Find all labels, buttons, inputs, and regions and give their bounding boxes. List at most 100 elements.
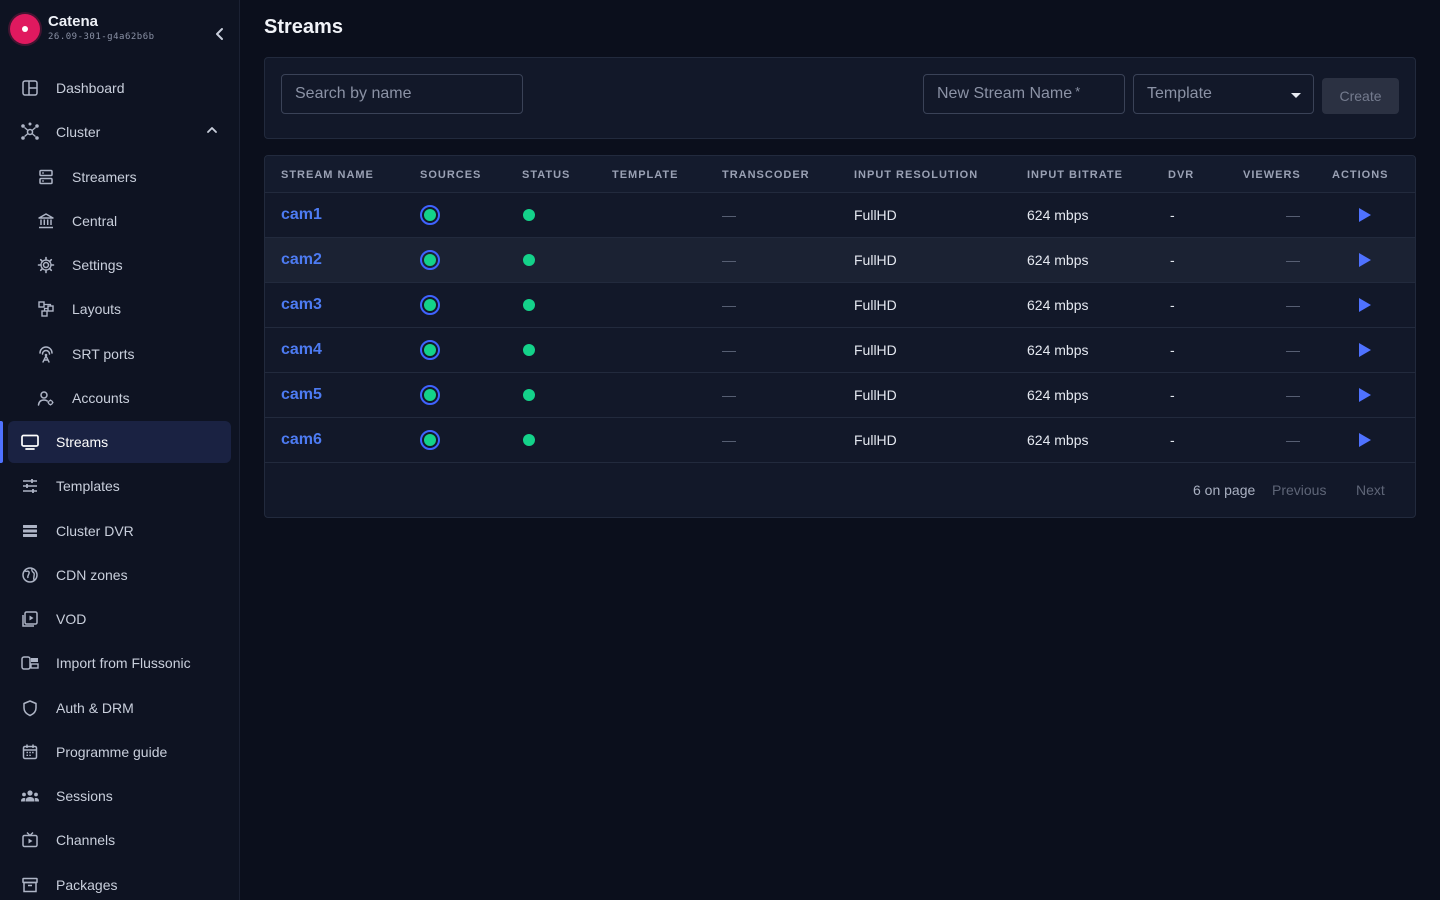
stream-name-link[interactable]: cam1: [281, 206, 322, 224]
input-resolution-value: FullHD: [854, 252, 897, 268]
sidebar-item-label: Settings: [72, 257, 123, 273]
sidebar-item-vod[interactable]: VOD: [8, 598, 231, 640]
dvr-value: -: [1170, 297, 1175, 313]
input-bitrate-value: 624 mbps: [1027, 387, 1089, 403]
input-resolution-value: FullHD: [854, 207, 897, 223]
dvr-value: -: [1170, 387, 1175, 403]
column-header-input-bitrate[interactable]: INPUT BITRATE: [1027, 169, 1123, 181]
users-icon: [18, 784, 42, 808]
template-select-value: Template: [1147, 85, 1212, 102]
dvr-value: -: [1170, 342, 1175, 358]
sidebar-item-label: Accounts: [72, 390, 130, 406]
status-online-icon: [523, 299, 535, 311]
column-header-template[interactable]: TEMPLATE: [612, 169, 678, 181]
sidebar-item-import-from-flussonic[interactable]: Import from Flussonic: [8, 642, 231, 684]
sidebar-item-label: Streams: [56, 434, 109, 450]
dvr-icon: [18, 519, 42, 543]
input-resolution-value: FullHD: [854, 387, 897, 403]
sidebar-item-label: CDN zones: [56, 567, 128, 583]
stream-name-link[interactable]: cam3: [281, 296, 322, 314]
stream-name-link[interactable]: cam6: [281, 431, 322, 449]
sidebar-item-cluster-dvr[interactable]: Cluster DVR: [8, 510, 231, 552]
sidebar-item-programme-guide[interactable]: Programme guide: [8, 731, 231, 773]
sidebar-item-layouts[interactable]: Layouts: [8, 288, 231, 330]
sidebar-item-cdn-zones[interactable]: CDN zones: [8, 554, 231, 596]
play-icon[interactable]: [1358, 432, 1372, 448]
sidebar-item-srt-ports[interactable]: SRT ports: [8, 333, 231, 375]
status-online-icon: [523, 254, 535, 266]
sidebar-item-central[interactable]: Central: [8, 200, 231, 242]
stream-name-link[interactable]: cam4: [281, 341, 322, 359]
table-row[interactable]: cam4 — FullHD 624 mbps - —: [265, 328, 1415, 373]
sidebar-item-dashboard[interactable]: Dashboard: [8, 67, 231, 109]
viewers-value: —: [1286, 297, 1300, 313]
sidebar-item-label: Import from Flussonic: [56, 655, 191, 671]
sidebar-item-cluster[interactable]: Cluster: [8, 111, 231, 153]
sidebar-item-sessions[interactable]: Sessions: [8, 775, 231, 817]
collapse-sidebar-button[interactable]: [206, 20, 234, 48]
play-icon[interactable]: [1358, 252, 1372, 268]
sidebar-item-accounts[interactable]: Accounts: [8, 377, 231, 419]
sidebar-item-label: Central: [72, 213, 118, 229]
source-status-icon: [420, 205, 440, 225]
play-icon[interactable]: [1358, 207, 1372, 223]
sidebar-item-label: VOD: [56, 611, 87, 627]
monitor-icon: [18, 430, 42, 454]
sidebar-item-label: Cluster DVR: [56, 523, 134, 539]
stream-name-link[interactable]: cam5: [281, 386, 322, 404]
layouts-icon: [34, 297, 58, 321]
column-header-dvr[interactable]: DVR: [1168, 169, 1194, 181]
sidebar-item-auth-drm[interactable]: Auth & DRM: [8, 687, 231, 729]
column-header-sources[interactable]: SOURCES: [420, 169, 481, 181]
dvr-value: -: [1170, 252, 1175, 268]
brand: Catena 26.09-301-g4a62b6b: [10, 12, 230, 46]
chevron-up-icon: [205, 123, 219, 137]
sidebar-item-label: Sessions: [56, 788, 113, 804]
input-bitrate-value: 624 mbps: [1027, 342, 1089, 358]
stream-toolbar: New Stream Name * Template Create: [264, 57, 1416, 139]
dashboard-icon: [18, 76, 42, 100]
column-header-input-resolution[interactable]: INPUT RESOLUTION: [854, 169, 978, 181]
sidebar-item-streams[interactable]: Streams: [0, 421, 231, 463]
table-row[interactable]: cam5 — FullHD 624 mbps - —: [265, 373, 1415, 418]
table-row[interactable]: cam3 — FullHD 624 mbps - —: [265, 283, 1415, 328]
sidebar-item-channels[interactable]: Channels: [8, 819, 231, 861]
sidebar-item-label: Cluster: [56, 124, 101, 140]
page-title: Streams: [264, 16, 343, 38]
table-row[interactable]: cam6 — FullHD 624 mbps - —: [265, 418, 1415, 463]
sidebar-item-label: Programme guide: [56, 744, 168, 760]
new-stream-name-field[interactable]: New Stream Name *: [923, 74, 1125, 114]
required-mark: *: [1075, 83, 1081, 99]
sidebar: Catena 26.09-301-g4a62b6b Dashboard Clus…: [0, 0, 240, 900]
source-status-icon: [420, 340, 440, 360]
sidebar-item-label: Streamers: [72, 169, 137, 185]
column-header-status[interactable]: STATUS: [522, 169, 570, 181]
column-header-viewers[interactable]: VIEWERS: [1243, 169, 1301, 181]
sidebar-item-streamers[interactable]: Streamers: [8, 156, 231, 198]
sidebar-item-label: Dashboard: [56, 80, 125, 96]
sidebar-item-settings[interactable]: Settings: [8, 244, 231, 286]
input-bitrate-value: 624 mbps: [1027, 207, 1089, 223]
next-page-button[interactable]: Next: [1356, 482, 1385, 498]
status-online-icon: [523, 209, 535, 221]
play-icon[interactable]: [1358, 342, 1372, 358]
search-input[interactable]: [281, 74, 523, 114]
sidebar-item-label: Channels: [56, 832, 116, 848]
sidebar-item-templates[interactable]: Templates: [8, 465, 231, 507]
column-header-stream-name[interactable]: STREAM NAME: [281, 169, 374, 181]
play-icon[interactable]: [1358, 297, 1372, 313]
previous-page-button[interactable]: Previous: [1272, 482, 1326, 498]
sidebar-item-label: Templates: [56, 478, 120, 494]
table-row[interactable]: cam1 — FullHD 624 mbps - —: [265, 193, 1415, 238]
input-resolution-value: FullHD: [854, 342, 897, 358]
template-select[interactable]: Template: [1133, 74, 1314, 114]
play-icon[interactable]: [1358, 387, 1372, 403]
viewers-value: —: [1286, 342, 1300, 358]
column-header-transcoder[interactable]: TRANSCODER: [722, 169, 810, 181]
sidebar-item-packages[interactable]: Packages: [8, 864, 231, 900]
source-status-icon: [420, 430, 440, 450]
table-row[interactable]: cam2 — FullHD 624 mbps - —: [265, 238, 1415, 283]
calendar-icon: [18, 740, 42, 764]
stream-name-link[interactable]: cam2: [281, 251, 322, 269]
create-button[interactable]: Create: [1322, 78, 1399, 114]
